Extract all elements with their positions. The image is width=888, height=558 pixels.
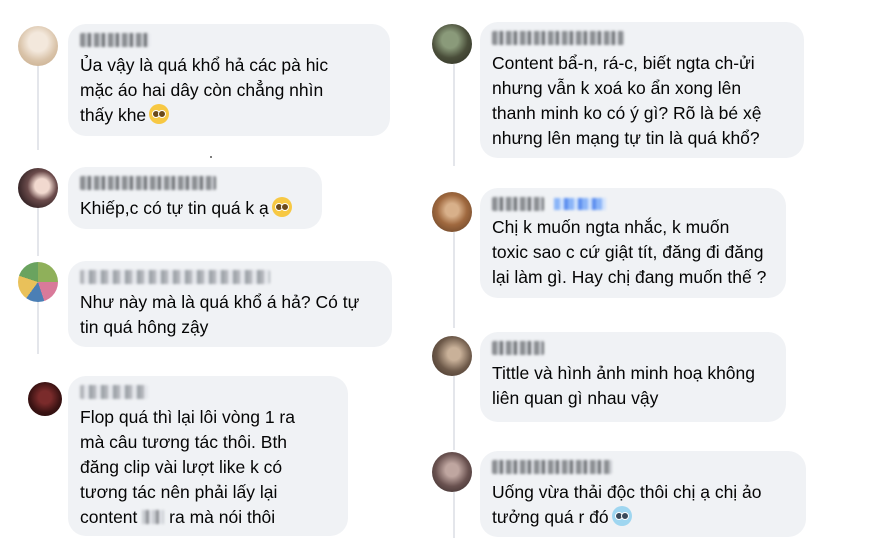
comment-text: Uống vừa thải độc thôi chị ạ chị ảo tưởn… xyxy=(492,482,762,527)
commenter-name-blurred[interactable] xyxy=(492,31,624,45)
commenter-name-blurred[interactable] xyxy=(80,385,148,399)
thread-line xyxy=(37,300,39,354)
commenter-name-blurred[interactable] xyxy=(492,341,544,355)
comment-bubble: Ủa vậy là quá khổ hả các pà hic mặc áo h… xyxy=(68,24,390,136)
comment-bubble: Như này mà là quá khổ á hả? Có tự tin qu… xyxy=(68,261,392,347)
comment-bubble: Flop quá thì lại lôi vòng 1 ra mà câu tư… xyxy=(68,376,348,536)
thread-line xyxy=(453,232,455,328)
pleading-face-icon xyxy=(271,197,292,217)
censored-word-blurred xyxy=(142,510,165,524)
avatar[interactable] xyxy=(432,336,472,376)
thread-line xyxy=(453,64,455,166)
thread-line xyxy=(37,208,39,256)
comment-text: Ủa vậy là quá khổ hả các pà hic mặc áo h… xyxy=(80,55,329,125)
commenter-name-blurred[interactable] xyxy=(492,460,612,474)
comment-text: Như này mà là quá khổ á hả? Có tự tin qu… xyxy=(80,292,360,337)
comment-text: Chị k muốn ngta nhắc, k muốn toxic sao c… xyxy=(492,217,767,287)
avatar[interactable] xyxy=(28,382,62,416)
comment-bubble: Tittle và hình ảnh minh hoạ không liên q… xyxy=(480,332,786,422)
avatar[interactable] xyxy=(432,452,472,492)
comment-bubble: Khiếp,c có tự tin quá k ạ xyxy=(68,167,322,229)
thread-line xyxy=(453,492,455,538)
comment-text: Flop quá thì lại lôi vòng 1 ra mà câu tư… xyxy=(80,407,295,527)
separator-dot xyxy=(210,156,212,158)
tagged-link-blurred[interactable] xyxy=(554,198,606,210)
commenter-name-blurred[interactable] xyxy=(80,33,150,47)
thread-line xyxy=(453,374,455,450)
avatar[interactable] xyxy=(18,26,58,66)
pleading-face-icon xyxy=(149,104,170,124)
right-comment-column: Content bẩ-n, rá-c, biết ngta ch-ửi nhưn… xyxy=(430,0,874,558)
commenter-name-blurred[interactable] xyxy=(80,176,216,190)
avatar[interactable] xyxy=(18,262,58,302)
comment-text: Tittle và hình ảnh minh hoạ không liên q… xyxy=(492,363,755,408)
avatar[interactable] xyxy=(432,192,472,232)
avatar[interactable] xyxy=(18,168,58,208)
avatar[interactable] xyxy=(432,24,472,64)
comment-bubble: Uống vừa thải độc thôi chị ạ chị ảo tưởn… xyxy=(480,451,806,537)
comment-text: Khiếp,c có tự tin quá k ạ xyxy=(80,196,308,221)
left-comment-column: Ủa vậy là quá khổ hả các pà hic mặc áo h… xyxy=(0,0,444,558)
commenter-name-blurred[interactable] xyxy=(80,270,270,284)
cold-face-icon xyxy=(611,506,632,526)
comment-bubble: Chị k muốn ngta nhắc, k muốn toxic sao c… xyxy=(480,188,786,298)
comment-bubble: Content bẩ-n, rá-c, biết ngta ch-ửi nhưn… xyxy=(480,22,804,158)
thread-line xyxy=(37,66,39,150)
comment-text: Content bẩ-n, rá-c, biết ngta ch-ửi nhưn… xyxy=(492,53,762,148)
commenter-name-blurred[interactable] xyxy=(492,197,544,211)
